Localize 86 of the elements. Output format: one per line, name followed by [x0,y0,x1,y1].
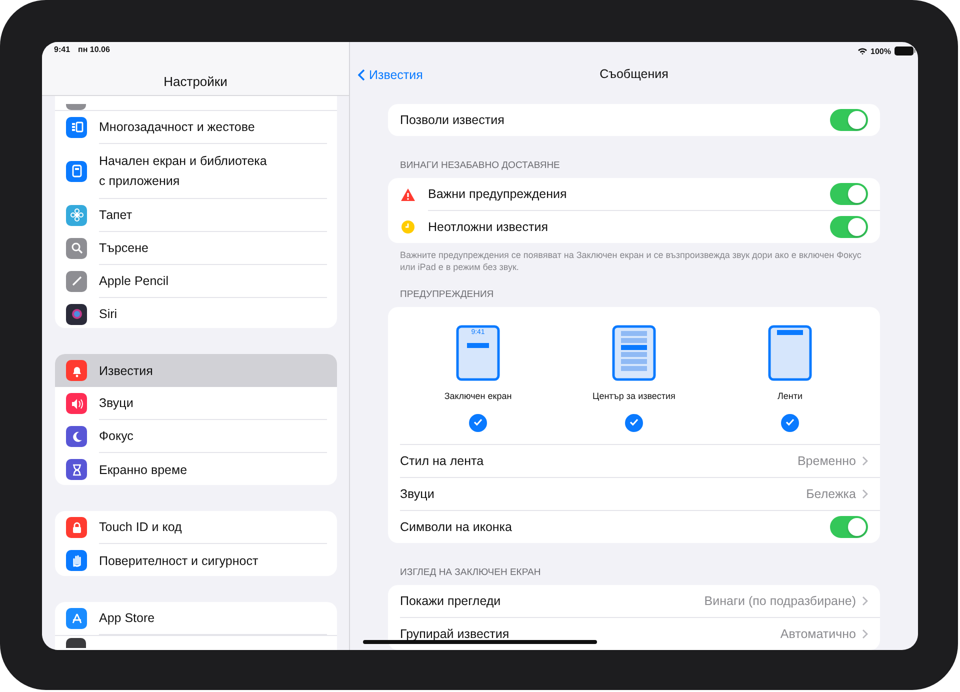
section-header: ВИНАГИ НЕЗАБАВНО ДОСТАВЯНЕ [399,160,561,172]
toggle-switch[interactable] [830,216,868,238]
item-label: Поверителност и сигурност [99,554,258,568]
item-label: Многозадачност и жестове [99,120,255,134]
sidebar-title: Настройки [164,74,228,89]
sidebar-item[interactable]: Търсене [55,232,337,264]
partial-icon [66,104,86,110]
item-label: Touch ID и код [99,520,182,534]
section-header: ПРЕДУПРЕЖДЕНИЯ [399,289,495,301]
row-value: Временно [797,454,856,468]
item-label: Известия [99,364,153,378]
row-label: Групирай известия [400,627,510,641]
section-header: ИЗГЛЕД НА ЗАКЛЮЧЕН ЕКРАН [399,567,542,579]
hourglass-icon [66,459,87,480]
row-value: Винаги (по подразбиране) [704,594,856,608]
tablet-preview-drawing[interactable] [612,325,656,381]
item-label: Siri [99,307,118,321]
speaker-icon [66,393,87,414]
sidebar-item[interactable]: Siri [55,298,337,328]
item-label: App Store [99,611,155,626]
settings-row[interactable]: Стил на лента Временно [388,445,880,478]
item-label: Начален екран и библиотека с приложения [99,152,268,190]
app-store-icon [66,608,87,630]
page-title: Съобщения [600,67,668,82]
toggle-switch[interactable] [830,109,868,131]
row-label: Стил на лента [400,454,485,468]
search-icon [66,238,87,258]
chevron-right-icon [862,489,868,499]
chevron-left-icon [358,68,365,81]
row-label: Покажи прегледи [400,594,502,608]
checkmark-circle[interactable] [469,414,487,432]
hand-icon [66,550,87,572]
item-label: Търсене [99,240,148,254]
settings-row[interactable]: Покажи прегледи Винаги (по подразбиране) [388,585,880,618]
checkmark-circle[interactable] [781,414,799,432]
section-footer: Важните предупреждения се появяват на Заключен екран и се възпроизвежда звук дори ако е включен Фокус или iPad е в режим без звук. [388,243,880,273]
document-icon [66,160,87,182]
status-date: пн 10.06 [78,45,110,54]
flower-icon [66,204,87,226]
battery-icon [894,46,916,56]
item-label: Екранно време [99,462,188,477]
chevron-right-icon [862,596,868,606]
settings-row[interactable]: Групирай известия Автоматично [388,618,880,650]
sidebar-item[interactable]: App Store [55,602,337,636]
sidebar-item[interactable]: Известия [55,354,337,388]
option-label: Заключен екран [444,391,512,401]
orb-icon [66,304,87,324]
moon-icon [66,426,87,448]
toggle-switch[interactable] [830,516,868,538]
status-time: 9:41 [54,45,70,54]
checkmark-circle[interactable] [625,414,643,432]
row-label: Неотложни известия [428,220,549,234]
tablet-preview-drawing[interactable] [768,325,812,381]
sidebar-item[interactable]: Тапет [55,198,337,232]
row-label: Символи на иконка [400,520,513,534]
toggle-switch[interactable] [830,183,868,205]
sidebar-item[interactable]: Touch ID и код [55,511,337,544]
row-label: Звуци [400,487,436,501]
sidebar-item[interactable]: Apple Pencil [55,264,337,298]
sidebar-item[interactable]: Многозадачност и жестове [55,110,337,144]
pencil-icon [66,270,87,292]
wifi-icon [856,47,868,56]
battery-percent: 100% [870,46,891,56]
sidebar-item[interactable]: Фокус [55,420,337,454]
bell-icon [66,360,87,382]
item-label: Фокус [99,429,134,444]
item-label: Тапет [99,208,132,222]
item-label: Apple Pencil [99,274,168,288]
sidebar-item[interactable]: Звуци [55,387,337,420]
back-button[interactable]: Известия [358,68,423,82]
chevron-right-icon [862,456,868,466]
option-label: Ленти [777,391,803,401]
row-value: Автоматично [780,627,856,641]
partial-icon [66,638,86,648]
lock-icon [66,517,87,538]
row-value: Бележка [806,487,856,501]
sidebar-item[interactable]: Екранно време [55,453,337,486]
chevron-right-icon [862,629,868,639]
row-label: Позволи известия [400,113,506,127]
option-label: Център за известия [592,391,676,401]
sidebar-item[interactable]: Начален екран и библиотека с приложения [55,144,337,198]
sidebar-squares-icon [66,116,87,138]
settings-row[interactable]: Звуци Бележка [388,478,880,511]
row-label: Важни предупреждения [428,187,568,201]
sidebar-item[interactable]: Поверителност и сигурност [55,544,337,576]
item-label: Звуци [99,396,134,410]
